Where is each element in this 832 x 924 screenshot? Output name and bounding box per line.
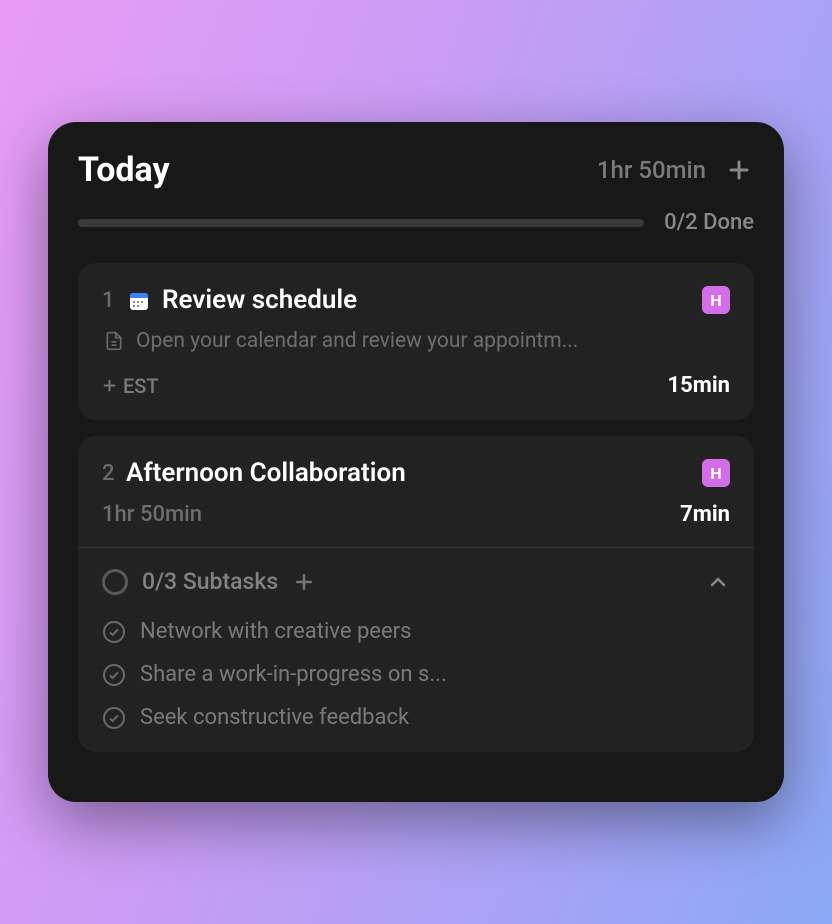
subtask-text: Share a work-in-progress on s... [140, 662, 447, 687]
total-time: 1hr 50min [597, 156, 706, 184]
header-right: 1hr 50min [597, 155, 754, 185]
progress-bar [78, 219, 644, 227]
add-task-button[interactable] [724, 155, 754, 185]
task-number: 2 [102, 461, 116, 486]
subtasks-header: 0/3 Subtasks [102, 568, 730, 595]
progress-label: 0/2 Done [664, 210, 754, 235]
task-time: 7min [680, 502, 730, 527]
collapse-subtasks-button[interactable] [706, 570, 730, 594]
task-description-row: Open your calendar and review your appoi… [102, 329, 730, 353]
chevron-up-icon [706, 570, 730, 594]
estimate-label: EST [123, 374, 159, 398]
add-subtask-button[interactable] [292, 570, 316, 594]
task-number: 1 [102, 288, 116, 313]
plus-icon [727, 158, 751, 182]
subtask-item[interactable]: Seek constructive feedback [102, 705, 730, 730]
add-estimate-button[interactable]: EST [102, 374, 159, 398]
subtask-text: Network with creative peers [140, 619, 411, 644]
subtask-item[interactable]: Share a work-in-progress on s... [102, 662, 730, 687]
task-footer: EST 15min [102, 373, 730, 398]
priority-badge: H [702, 459, 730, 487]
subtask-text: Seek constructive feedback [140, 705, 409, 730]
plus-icon [294, 572, 314, 592]
document-icon [104, 331, 124, 351]
priority-badge: H [702, 286, 730, 314]
check-circle-icon[interactable] [102, 663, 126, 687]
divider [78, 547, 754, 548]
progress-row: 0/2 Done [78, 210, 754, 235]
task-title-row: 2 Afternoon Collaboration H [102, 458, 730, 488]
subtasks-count: 0/3 Subtasks [142, 568, 278, 595]
task-title: Afternoon Collaboration [126, 458, 692, 488]
today-panel: Today 1hr 50min 0/2 Done 1 Review schedu… [48, 122, 784, 802]
plus-icon [102, 378, 117, 393]
check-circle-icon[interactable] [102, 620, 126, 644]
task-card[interactable]: 1 Review schedule H Open your calendar a… [78, 263, 754, 420]
subtask-complete-toggle[interactable] [102, 569, 128, 595]
task-duration: 1hr 50min [102, 502, 202, 527]
task-meta-row: 1hr 50min 7min [102, 502, 730, 527]
task-title-row: 1 Review schedule H [102, 285, 730, 315]
task-description: Open your calendar and review your appoi… [136, 329, 578, 353]
task-card[interactable]: 2 Afternoon Collaboration H 1hr 50min 7m… [78, 436, 754, 752]
subtask-item[interactable]: Network with creative peers [102, 619, 730, 644]
check-circle-icon[interactable] [102, 706, 126, 730]
task-time: 15min [668, 373, 730, 398]
panel-header: Today 1hr 50min [78, 150, 754, 190]
task-title: Review schedule [162, 285, 692, 315]
page-title: Today [78, 150, 170, 190]
calendar-icon [126, 287, 152, 313]
